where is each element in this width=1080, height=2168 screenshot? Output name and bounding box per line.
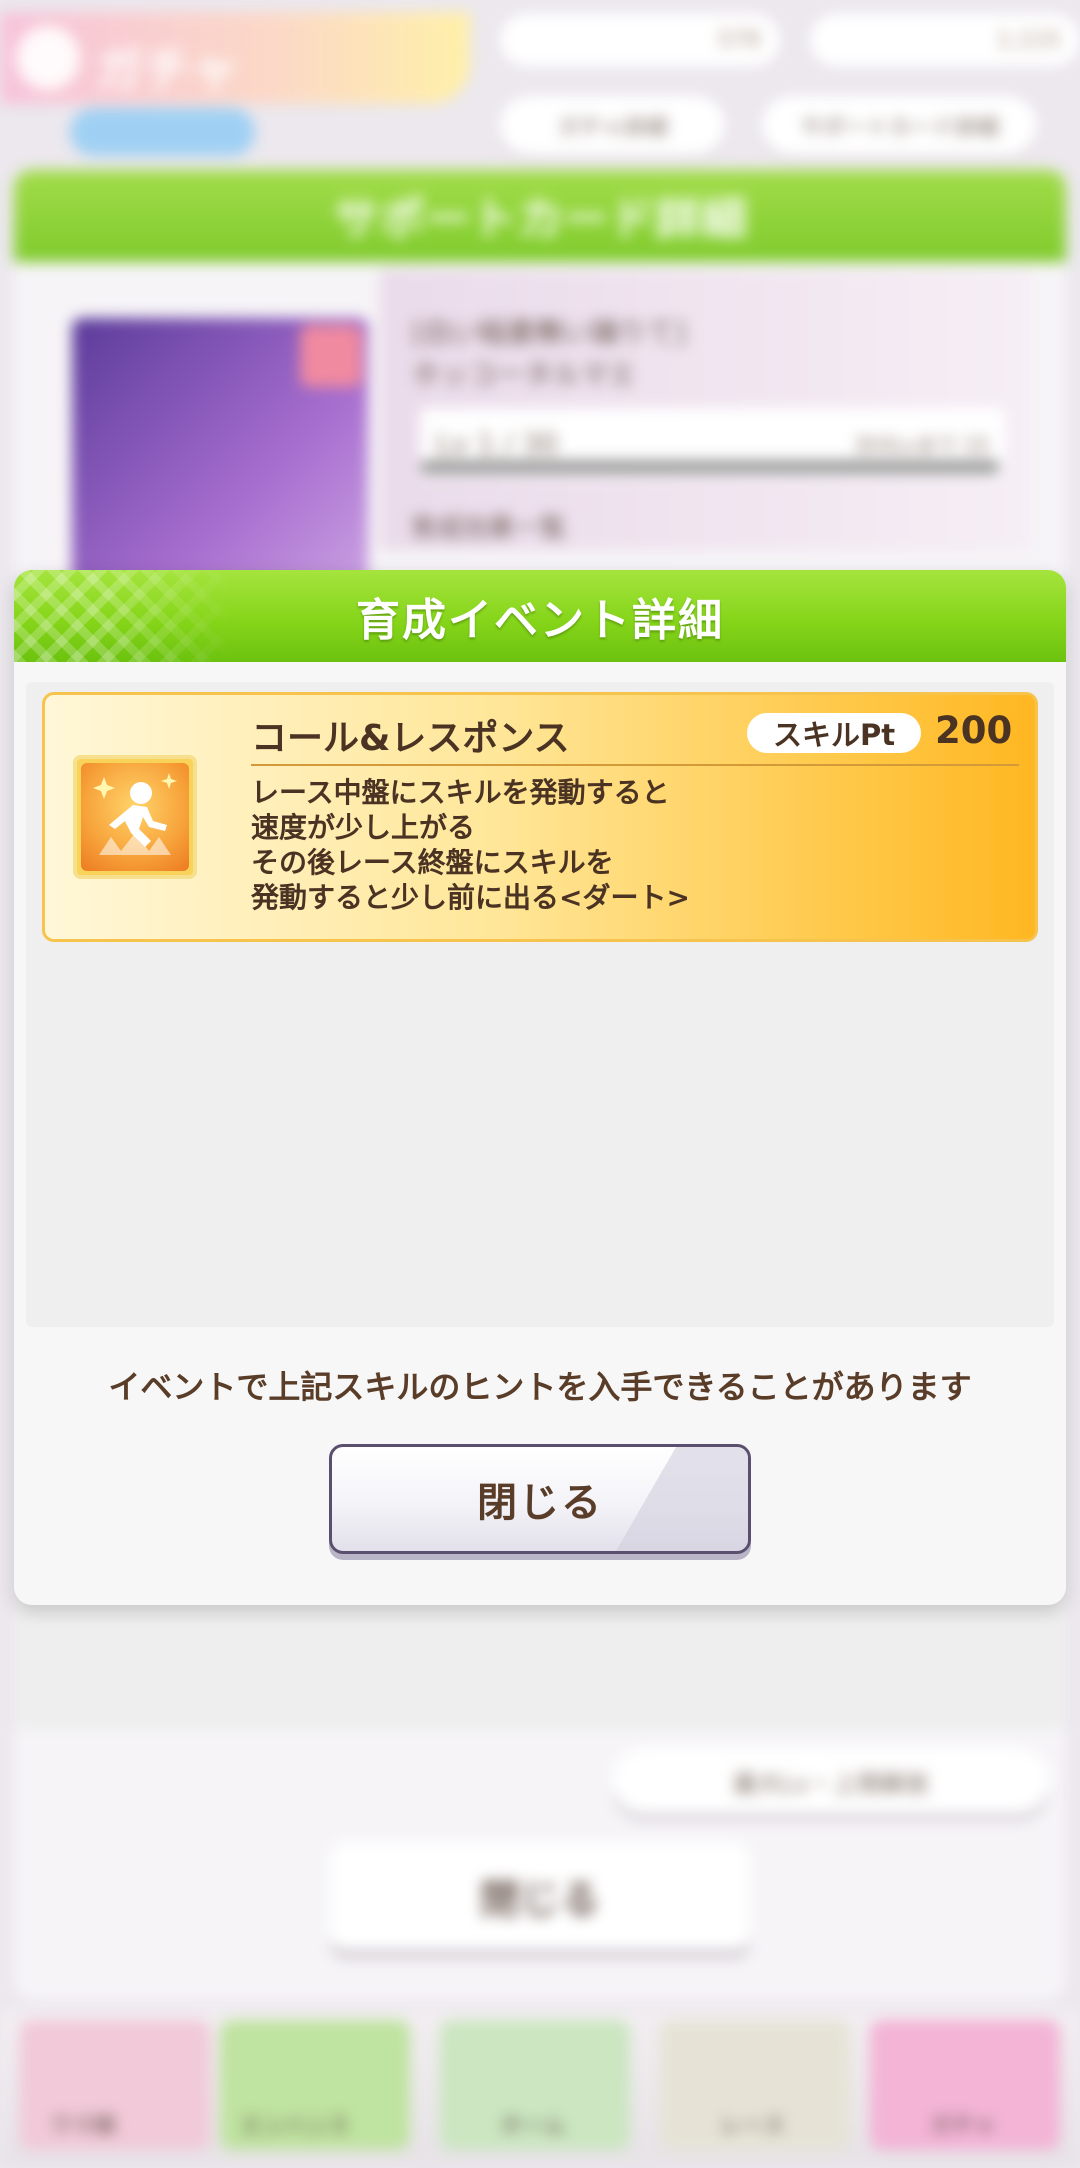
nav-label-enhance: エンハンス: [240, 2114, 350, 2139]
skill-description-line: レース中盤にスキルを発動すると: [251, 776, 670, 809]
nav-label-gacha: ガチャ: [930, 2114, 996, 2139]
currency-display-1: 579: [500, 14, 780, 66]
gacha-header-icon: [16, 26, 80, 90]
close-button-label: 閉じる: [477, 1480, 603, 1526]
skill-pt-value: 200: [935, 709, 1013, 752]
speed-up-runner-icon: [81, 763, 189, 871]
support-card-name: [白い稲妻舞い踊りて] ホッコータルマエ: [412, 316, 686, 391]
header-pattern: [14, 570, 234, 662]
skill-description-line: 速度が少し上がる: [251, 811, 476, 844]
limit-break-button: 最大Lv・上限解放: [612, 1748, 1050, 1814]
skill-description: レース中盤にスキルを発動すると 速度が少し上がる その後レース終盤にスキルを 発…: [251, 775, 1011, 915]
close-button-shine: [588, 1447, 748, 1551]
nav-label-umamusume: ウマ娘: [50, 2114, 117, 2139]
support-card-panel-title: サポートカード詳細: [14, 170, 1066, 262]
skill-pt-badge: スキルPt: [747, 713, 921, 753]
skill-divider: [251, 764, 1019, 766]
card-detail-button: サポートカード詳細: [762, 96, 1037, 156]
skill-description-line: 発動すると少し前に出る<ダート>: [251, 881, 690, 914]
nav-label-home: ホーム: [500, 2114, 566, 2139]
effects-label: 育成効果一覧: [410, 514, 567, 544]
dialog-header: 育成イベント詳細: [14, 570, 1066, 662]
level-progress-track: [420, 460, 1000, 474]
skill-icon-frame: [73, 755, 197, 879]
gacha-tab-chip: [70, 108, 255, 156]
gacha-header-title: ガチャ: [95, 42, 239, 98]
training-event-detail-dialog: 育成イベント詳細 コール&レスポンス スキルPt 200 レース中盤にスキルを発…: [14, 570, 1066, 1605]
background-close-button: 閉じる: [330, 1842, 750, 1950]
close-button[interactable]: 閉じる: [329, 1444, 751, 1554]
skill-name: コール&レスポンス: [251, 718, 570, 759]
skill-description-line: その後レース終盤にスキルを: [251, 846, 614, 879]
favorite-heart-icon: [300, 325, 362, 387]
gacha-detail-button: ガチャ詳細: [500, 96, 725, 156]
lower-band: [14, 1600, 1066, 1730]
currency-display-2: 1,115: [810, 14, 1080, 66]
nav-label-race: レース: [720, 2114, 785, 2139]
hint-message: イベントで上記スキルのヒントを入手できることがあります: [108, 1368, 972, 1406]
dialog-title: 育成イベント詳細: [356, 595, 724, 646]
skill-card[interactable]: コール&レスポンス スキルPt 200 レース中盤にスキルを発動すると 速度が少…: [42, 692, 1038, 942]
